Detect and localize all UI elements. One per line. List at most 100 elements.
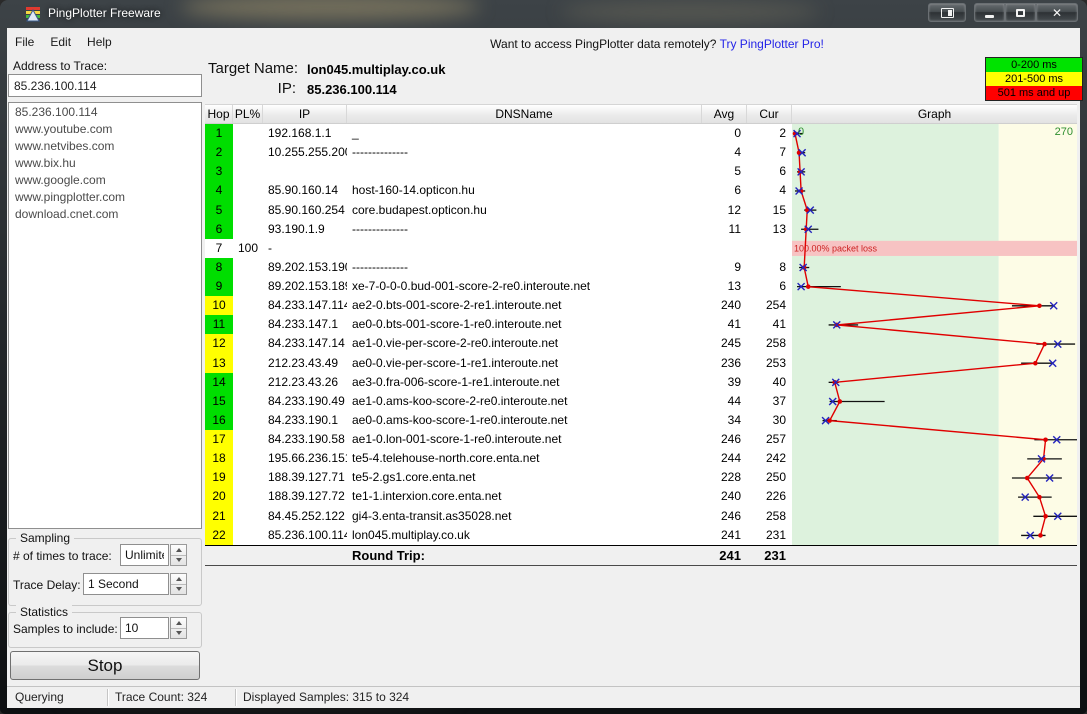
client-area: FileEditHelp Want to access PingPlotter … — [7, 28, 1080, 708]
times-to-trace-spinner[interactable] — [170, 544, 187, 566]
address-history-item[interactable]: www.bix.hu — [9, 154, 201, 171]
ip-cell: 188.39.127.71 — [263, 468, 347, 487]
spin-down-icon[interactable] — [171, 585, 186, 595]
spin-down-icon[interactable] — [171, 629, 186, 639]
dnsname-cell: te5-4.telehouse-north.core.enta.net — [347, 449, 702, 468]
dnsname-cell: -------------- — [347, 143, 702, 162]
address-history-item[interactable]: www.google.com — [9, 171, 201, 188]
avg-cell: 41 — [702, 315, 747, 334]
avg-cell: 39 — [702, 373, 747, 392]
target-name-value: lon045.multiplay.co.uk — [307, 62, 445, 77]
svg-text:270: 270 — [1055, 126, 1073, 138]
packet-loss-cell — [233, 181, 263, 200]
dnsname-cell — [347, 239, 702, 258]
ip-cell: 89.202.153.189 — [263, 277, 347, 296]
trace-delay-input[interactable] — [83, 573, 169, 595]
address-history-item[interactable]: download.cnet.com — [9, 205, 201, 222]
cur-cell: 40 — [747, 373, 792, 392]
packet-loss-cell — [233, 220, 263, 239]
promo-text: Want to access PingPlotter data remotely… — [427, 37, 887, 51]
dnsname-cell: te5-2.gs1.core.enta.net — [347, 468, 702, 487]
avg-cell — [702, 239, 747, 258]
samples-spinner[interactable] — [170, 617, 187, 639]
spin-up-icon[interactable] — [171, 618, 186, 629]
packet-loss-cell — [233, 373, 263, 392]
ip-cell: 195.66.236.151 — [263, 449, 347, 468]
ip-cell: - — [263, 239, 347, 258]
titlebar[interactable]: PingPlotter Freeware ✕ — [0, 0, 1087, 28]
cur-cell: 226 — [747, 487, 792, 506]
close-button[interactable]: ✕ — [1036, 3, 1078, 22]
avg-cell: 4 — [702, 143, 747, 162]
times-to-trace-input[interactable] — [120, 544, 169, 566]
ip-cell: 84.45.252.122 — [263, 507, 347, 526]
stop-button[interactable]: Stop — [10, 651, 200, 680]
address-history-item[interactable]: www.youtube.com — [9, 120, 201, 137]
maximize-button[interactable] — [1005, 3, 1036, 22]
address-history-item[interactable]: www.netvibes.com — [9, 137, 201, 154]
spin-down-icon[interactable] — [171, 556, 186, 566]
ip-cell — [263, 162, 347, 181]
try-pro-link[interactable]: Try PingPlotter Pro! — [720, 37, 824, 51]
cur-cell: 6 — [747, 162, 792, 181]
maximize-icon — [1016, 9, 1025, 17]
cur-cell: 242 — [747, 449, 792, 468]
ip-cell: 84.233.190.58 — [263, 430, 347, 449]
menu-item-help[interactable]: Help — [79, 32, 120, 52]
hop-cell: 18 — [205, 449, 233, 468]
hop-cell: 2 — [205, 143, 233, 162]
avg-cell: 240 — [702, 487, 747, 506]
packet-loss-cell: 100 — [233, 239, 263, 258]
address-history-item[interactable]: 85.236.100.114 — [9, 103, 201, 120]
round-trip-cur: 231 — [747, 546, 792, 565]
cur-cell: 15 — [747, 201, 792, 220]
menu-item-edit[interactable]: Edit — [42, 32, 79, 52]
packet-loss-cell — [233, 315, 263, 334]
dnsname-cell: gi4-3.enta-transit.as35028.net — [347, 507, 702, 526]
hop-cell: 19 — [205, 468, 233, 487]
packet-loss-cell — [233, 143, 263, 162]
latency-graph[interactable]: 100.00% packet loss0270 — [792, 124, 1077, 545]
avg-cell: 12 — [702, 201, 747, 220]
menu-items: FileEditHelp — [7, 33, 120, 50]
address-input[interactable] — [8, 74, 202, 97]
dnsname-cell: te1-1.interxion.core.enta.net — [347, 487, 702, 506]
spin-up-icon[interactable] — [171, 545, 186, 556]
trace-delay-spinner[interactable] — [170, 573, 187, 595]
legend-warn: 201-500 ms — [986, 72, 1082, 86]
dnsname-cell: lon045.multiplay.co.uk — [347, 526, 702, 545]
ip-cell: 84.233.147.114 — [263, 296, 347, 315]
panel-window-button[interactable] — [928, 3, 966, 22]
avg-cell: 11 — [702, 220, 747, 239]
cur-cell: 231 — [747, 526, 792, 545]
dnsname-cell: ae0-0.vie-per-score-1-re1.interoute.net — [347, 354, 702, 373]
table-body: 1192.168.1.1_02210.255.255.200----------… — [205, 124, 1077, 545]
menu-item-file[interactable]: File — [7, 32, 42, 52]
address-history-item[interactable]: www.pingplotter.com — [9, 188, 201, 205]
dnsname-cell: ae2-0.bts-001-score-2-re1.interoute.net — [347, 296, 702, 315]
minimize-button[interactable] — [974, 3, 1005, 22]
samples-to-include-input[interactable] — [120, 617, 169, 639]
dnsname-cell: ae1-0.lon-001-score-1-re0.interoute.net — [347, 430, 702, 449]
ip-cell: 212.23.43.26 — [263, 373, 347, 392]
address-history-list[interactable]: 85.236.100.114www.youtube.comwww.netvibe… — [8, 102, 202, 529]
hop-cell: 21 — [205, 507, 233, 526]
hop-cell: 7 — [205, 239, 233, 258]
header-pl: PL% — [233, 105, 263, 123]
round-trip-label: Round Trip: — [347, 546, 702, 565]
avg-cell: 34 — [702, 411, 747, 430]
cur-cell: 6 — [747, 277, 792, 296]
hop-cell: 17 — [205, 430, 233, 449]
hop-cell: 22 — [205, 526, 233, 545]
avg-cell: 0 — [702, 124, 747, 143]
spin-up-icon[interactable] — [171, 574, 186, 585]
window-title: PingPlotter Freeware — [48, 6, 161, 20]
header-hop: Hop — [205, 105, 233, 123]
avg-cell: 13 — [702, 277, 747, 296]
hop-cell: 11 — [205, 315, 233, 334]
avg-cell: 240 — [702, 296, 747, 315]
hop-cell: 15 — [205, 392, 233, 411]
avg-cell: 245 — [702, 334, 747, 353]
header-cur: Cur — [747, 105, 792, 123]
svg-text:100.00% packet loss: 100.00% packet loss — [794, 243, 878, 253]
